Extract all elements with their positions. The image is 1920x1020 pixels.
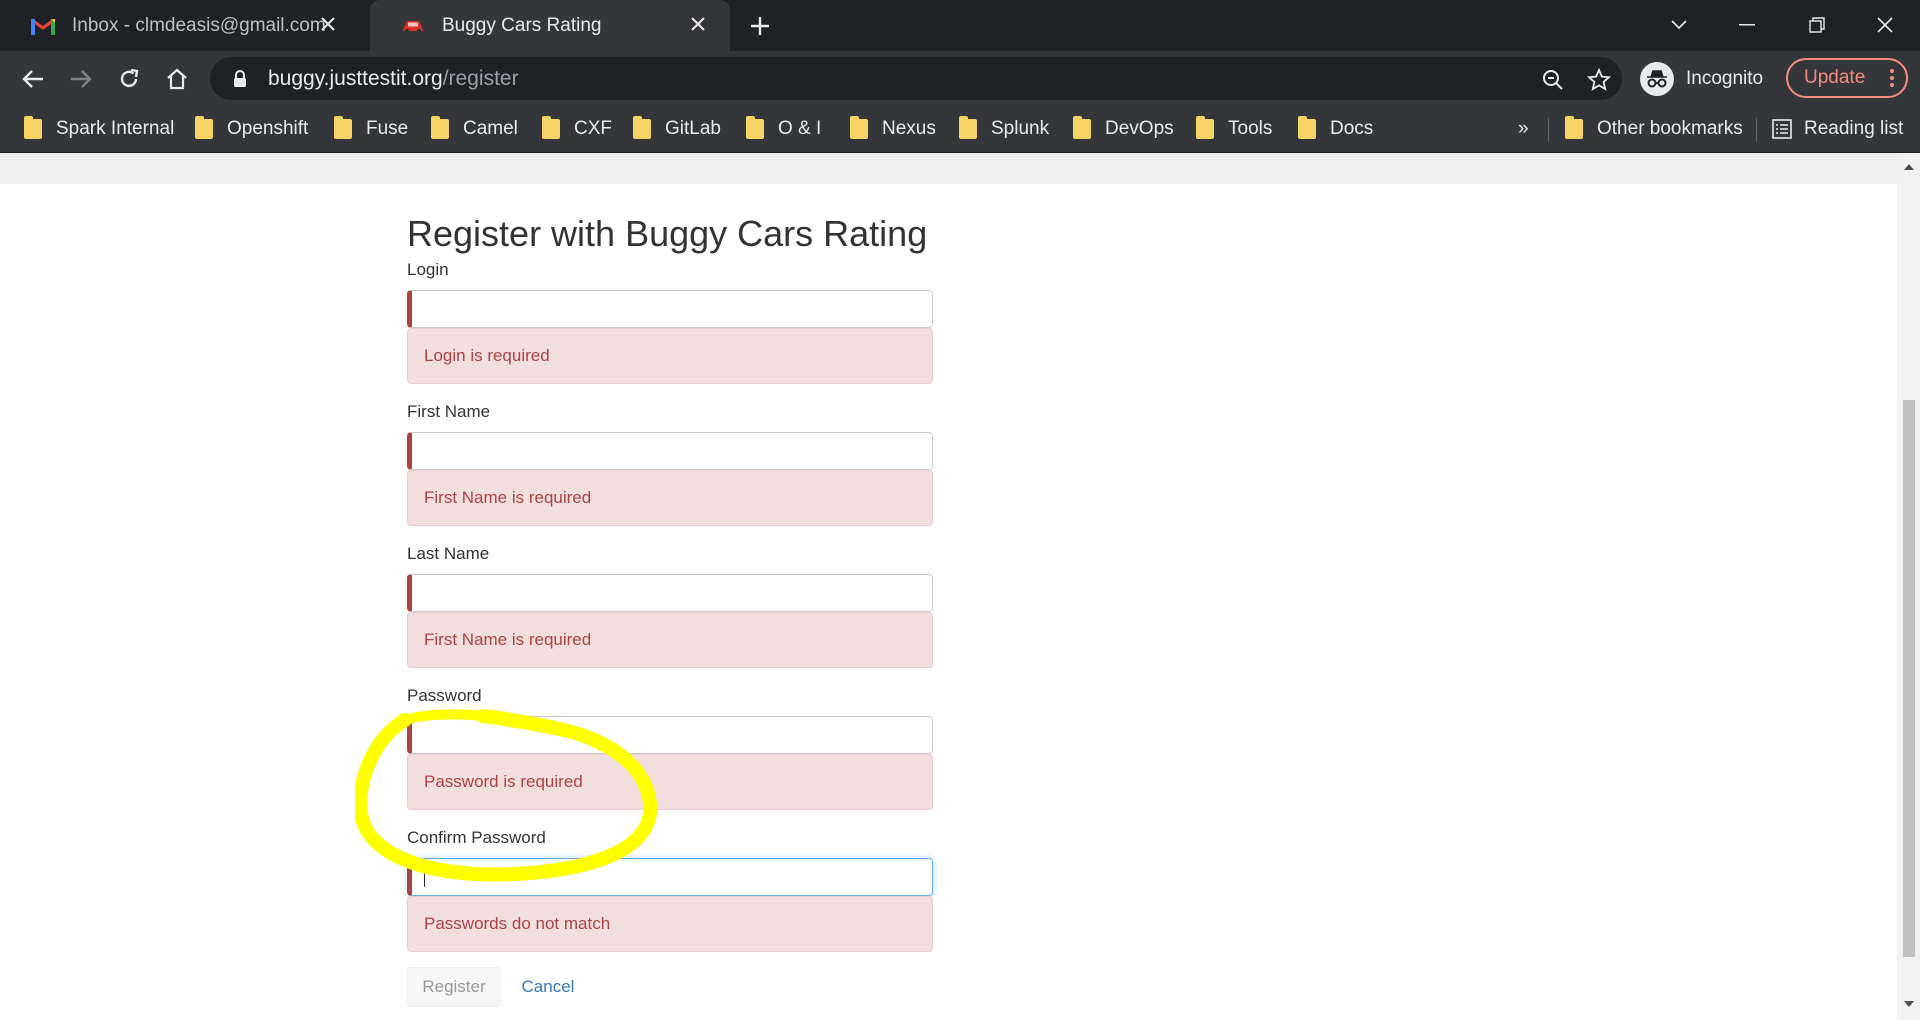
bookmark-folder[interactable]: CXF — [542, 106, 612, 152]
bookmark-folder[interactable]: Tools — [1196, 106, 1272, 152]
folder-icon — [959, 116, 977, 139]
scrollbar[interactable] — [1897, 153, 1920, 1020]
bookmark-star-icon[interactable] — [1586, 67, 1612, 93]
restore-icon[interactable] — [1800, 8, 1834, 42]
update-button[interactable]: Update — [1786, 58, 1908, 98]
folder-icon — [334, 116, 352, 139]
incognito-label: Incognito — [1686, 68, 1764, 89]
first-name-input[interactable] — [407, 432, 933, 470]
bookmark-folder[interactable]: Fuse — [334, 106, 408, 152]
tab-search-chevron-icon[interactable] — [1662, 8, 1696, 42]
folder-icon — [1298, 116, 1316, 139]
tab-buggy-cars[interactable]: Buggy Cars Rating — [370, 0, 730, 51]
first-name-label: First Name — [407, 402, 491, 421]
zoom-icon[interactable] — [1540, 67, 1566, 93]
password-error: Password is required — [407, 754, 933, 810]
last-name-label: Last Name — [407, 544, 490, 563]
last-name-error: First Name is required — [407, 612, 933, 668]
page-content: Register with Buggy Cars Rating Login Lo… — [0, 153, 1897, 1020]
divider — [1548, 118, 1549, 142]
folder-icon — [1565, 116, 1583, 139]
bookmark-folder[interactable]: Spark Internal — [24, 106, 174, 152]
folder-icon — [542, 116, 560, 139]
incognito-icon — [1640, 62, 1674, 96]
bookmark-folder[interactable]: GitLab — [633, 106, 721, 152]
login-input[interactable] — [407, 290, 933, 328]
confirm-password-error: Passwords do not match — [407, 896, 933, 952]
other-bookmarks[interactable]: Other bookmarks — [1565, 106, 1743, 152]
reading-list[interactable]: Reading list — [1772, 106, 1903, 152]
confirm-password-label: Confirm Password — [407, 828, 546, 847]
reload-icon[interactable] — [113, 63, 145, 95]
cancel-link[interactable]: Cancel — [510, 967, 586, 1007]
password-input[interactable] — [407, 716, 933, 754]
scroll-up-icon[interactable] — [1903, 161, 1915, 173]
bookmark-folder[interactable]: Openshift — [195, 106, 308, 152]
bookmarks-overflow-button[interactable]: » — [1518, 106, 1529, 152]
folder-icon — [746, 116, 764, 139]
reading-list-icon — [1772, 119, 1792, 139]
lock-icon[interactable] — [230, 68, 250, 90]
bookmark-folder[interactable]: Splunk — [959, 106, 1049, 152]
bookmarks-bar: Spark Internal Openshift Fuse Camel CXF … — [0, 106, 1920, 153]
folder-icon — [1073, 116, 1091, 139]
folder-icon — [24, 116, 42, 139]
update-label: Update — [1804, 67, 1866, 88]
address-bar[interactable]: buggy.justtestit.org/register — [210, 57, 1622, 100]
browser-toolbar: buggy.justtestit.org/register Incognito … — [0, 51, 1920, 106]
tab-title: Buggy Cars Rating — [442, 14, 602, 36]
folder-icon — [633, 116, 651, 139]
folder-icon — [431, 116, 449, 139]
bookmark-folder[interactable]: DevOps — [1073, 106, 1174, 152]
password-label: Password — [407, 686, 482, 705]
tab-strip: Inbox - clmdeasis@gmail.com - Gmail Bugg… — [0, 0, 1920, 51]
car-icon — [400, 15, 426, 37]
close-icon[interactable] — [686, 12, 710, 36]
folder-icon — [195, 116, 213, 139]
page-title: Register with Buggy Cars Rating — [407, 213, 928, 254]
tab-title: Inbox - clmdeasis@gmail.com - Gmail — [72, 14, 332, 36]
bookmark-folder[interactable]: Docs — [1298, 106, 1373, 152]
folder-icon — [1196, 116, 1214, 139]
more-vert-icon[interactable] — [1890, 68, 1894, 94]
forward-arrow-icon[interactable] — [65, 63, 97, 95]
scroll-thumb[interactable] — [1903, 400, 1915, 957]
bookmark-folder[interactable]: Camel — [431, 106, 518, 152]
tab-gmail[interactable]: Inbox - clmdeasis@gmail.com - Gmail — [0, 0, 360, 51]
new-tab-plus-icon[interactable] — [745, 11, 775, 41]
text-caret — [424, 867, 425, 887]
back-arrow-icon[interactable] — [17, 63, 49, 95]
url-text: buggy.justtestit.org/register — [268, 66, 519, 90]
incognito-indicator[interactable]: Incognito — [1640, 60, 1763, 98]
bookmark-folder[interactable]: O & I — [746, 106, 821, 152]
divider — [1756, 118, 1757, 142]
bookmark-folder[interactable]: Nexus — [850, 106, 936, 152]
navbar-strip — [0, 153, 1897, 184]
close-icon[interactable] — [316, 12, 340, 36]
login-label: Login — [407, 260, 449, 279]
login-error: Login is required — [407, 328, 933, 384]
first-name-error: First Name is required — [407, 470, 933, 526]
gmail-icon — [30, 15, 56, 37]
folder-icon — [850, 116, 868, 139]
register-button[interactable]: Register — [407, 967, 501, 1007]
last-name-input[interactable] — [407, 574, 933, 612]
home-icon[interactable] — [161, 63, 193, 95]
confirm-password-input[interactable] — [407, 858, 933, 896]
close-window-icon[interactable] — [1868, 8, 1902, 42]
scroll-down-icon[interactable] — [1903, 998, 1915, 1010]
minimize-icon[interactable] — [1730, 8, 1764, 42]
